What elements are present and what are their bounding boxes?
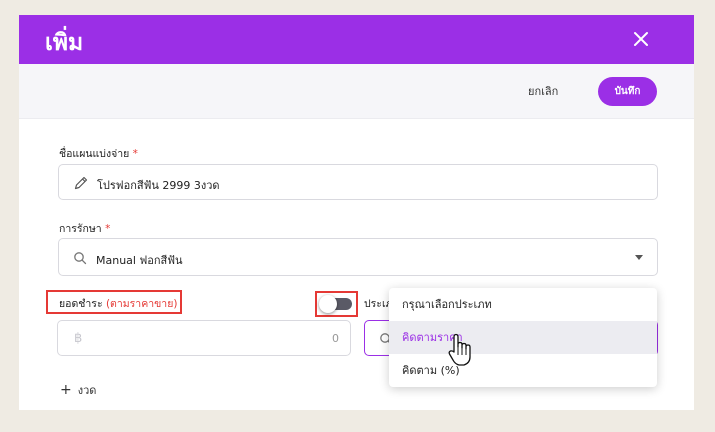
close-icon[interactable] <box>631 29 651 49</box>
dropdown-option-placeholder[interactable]: กรุณาเลือกประเภท <box>389 288 657 321</box>
modal-header: เพิ่ม <box>19 15 694 64</box>
plus-icon: + <box>60 382 72 398</box>
save-button[interactable]: บันทึก <box>598 77 657 106</box>
treatment-select[interactable]: Manual ฟอกสีฟัน <box>58 238 658 276</box>
plan-name-value: โปรฟอกสีฟัน 2999 3งวด <box>97 179 220 192</box>
search-icon <box>74 252 87 265</box>
add-installment-button[interactable]: + งวด <box>60 381 96 399</box>
payment-label-highlight <box>46 290 182 314</box>
payment-amount-input[interactable]: ฿ 0 <box>57 320 351 356</box>
modal-title: เพิ่ม <box>45 30 84 56</box>
payment-amount-value: 0 <box>332 332 339 345</box>
hand-cursor-icon <box>448 333 471 366</box>
required-mark: * <box>105 223 111 235</box>
plan-name-input[interactable]: โปรฟอกสีฟัน 2999 3งวด <box>58 164 658 200</box>
toggle-knob <box>319 295 337 313</box>
treatment-value: Manual ฟอกสีฟัน <box>96 254 183 267</box>
caret-down-icon <box>635 255 643 260</box>
dropdown-option-by-percent[interactable]: คิดตาม (%) <box>389 354 657 387</box>
type-dropdown-menu: กรุณาเลือกประเภท คิดตามราคา คิดตาม (%) <box>389 288 657 387</box>
required-mark: * <box>132 148 138 160</box>
cancel-button[interactable]: ยกเลิก <box>528 82 558 100</box>
modal-toolbar: ยกเลิก บันทึก <box>19 64 694 119</box>
treatment-label: การรักษา * <box>59 223 111 235</box>
baht-icon: ฿ <box>74 331 83 346</box>
dropdown-option-by-price[interactable]: คิดตามราคา <box>389 321 657 354</box>
pencil-icon <box>74 176 88 190</box>
plan-name-label: ชื่อแผนแบ่งจ่าย * <box>59 148 138 160</box>
